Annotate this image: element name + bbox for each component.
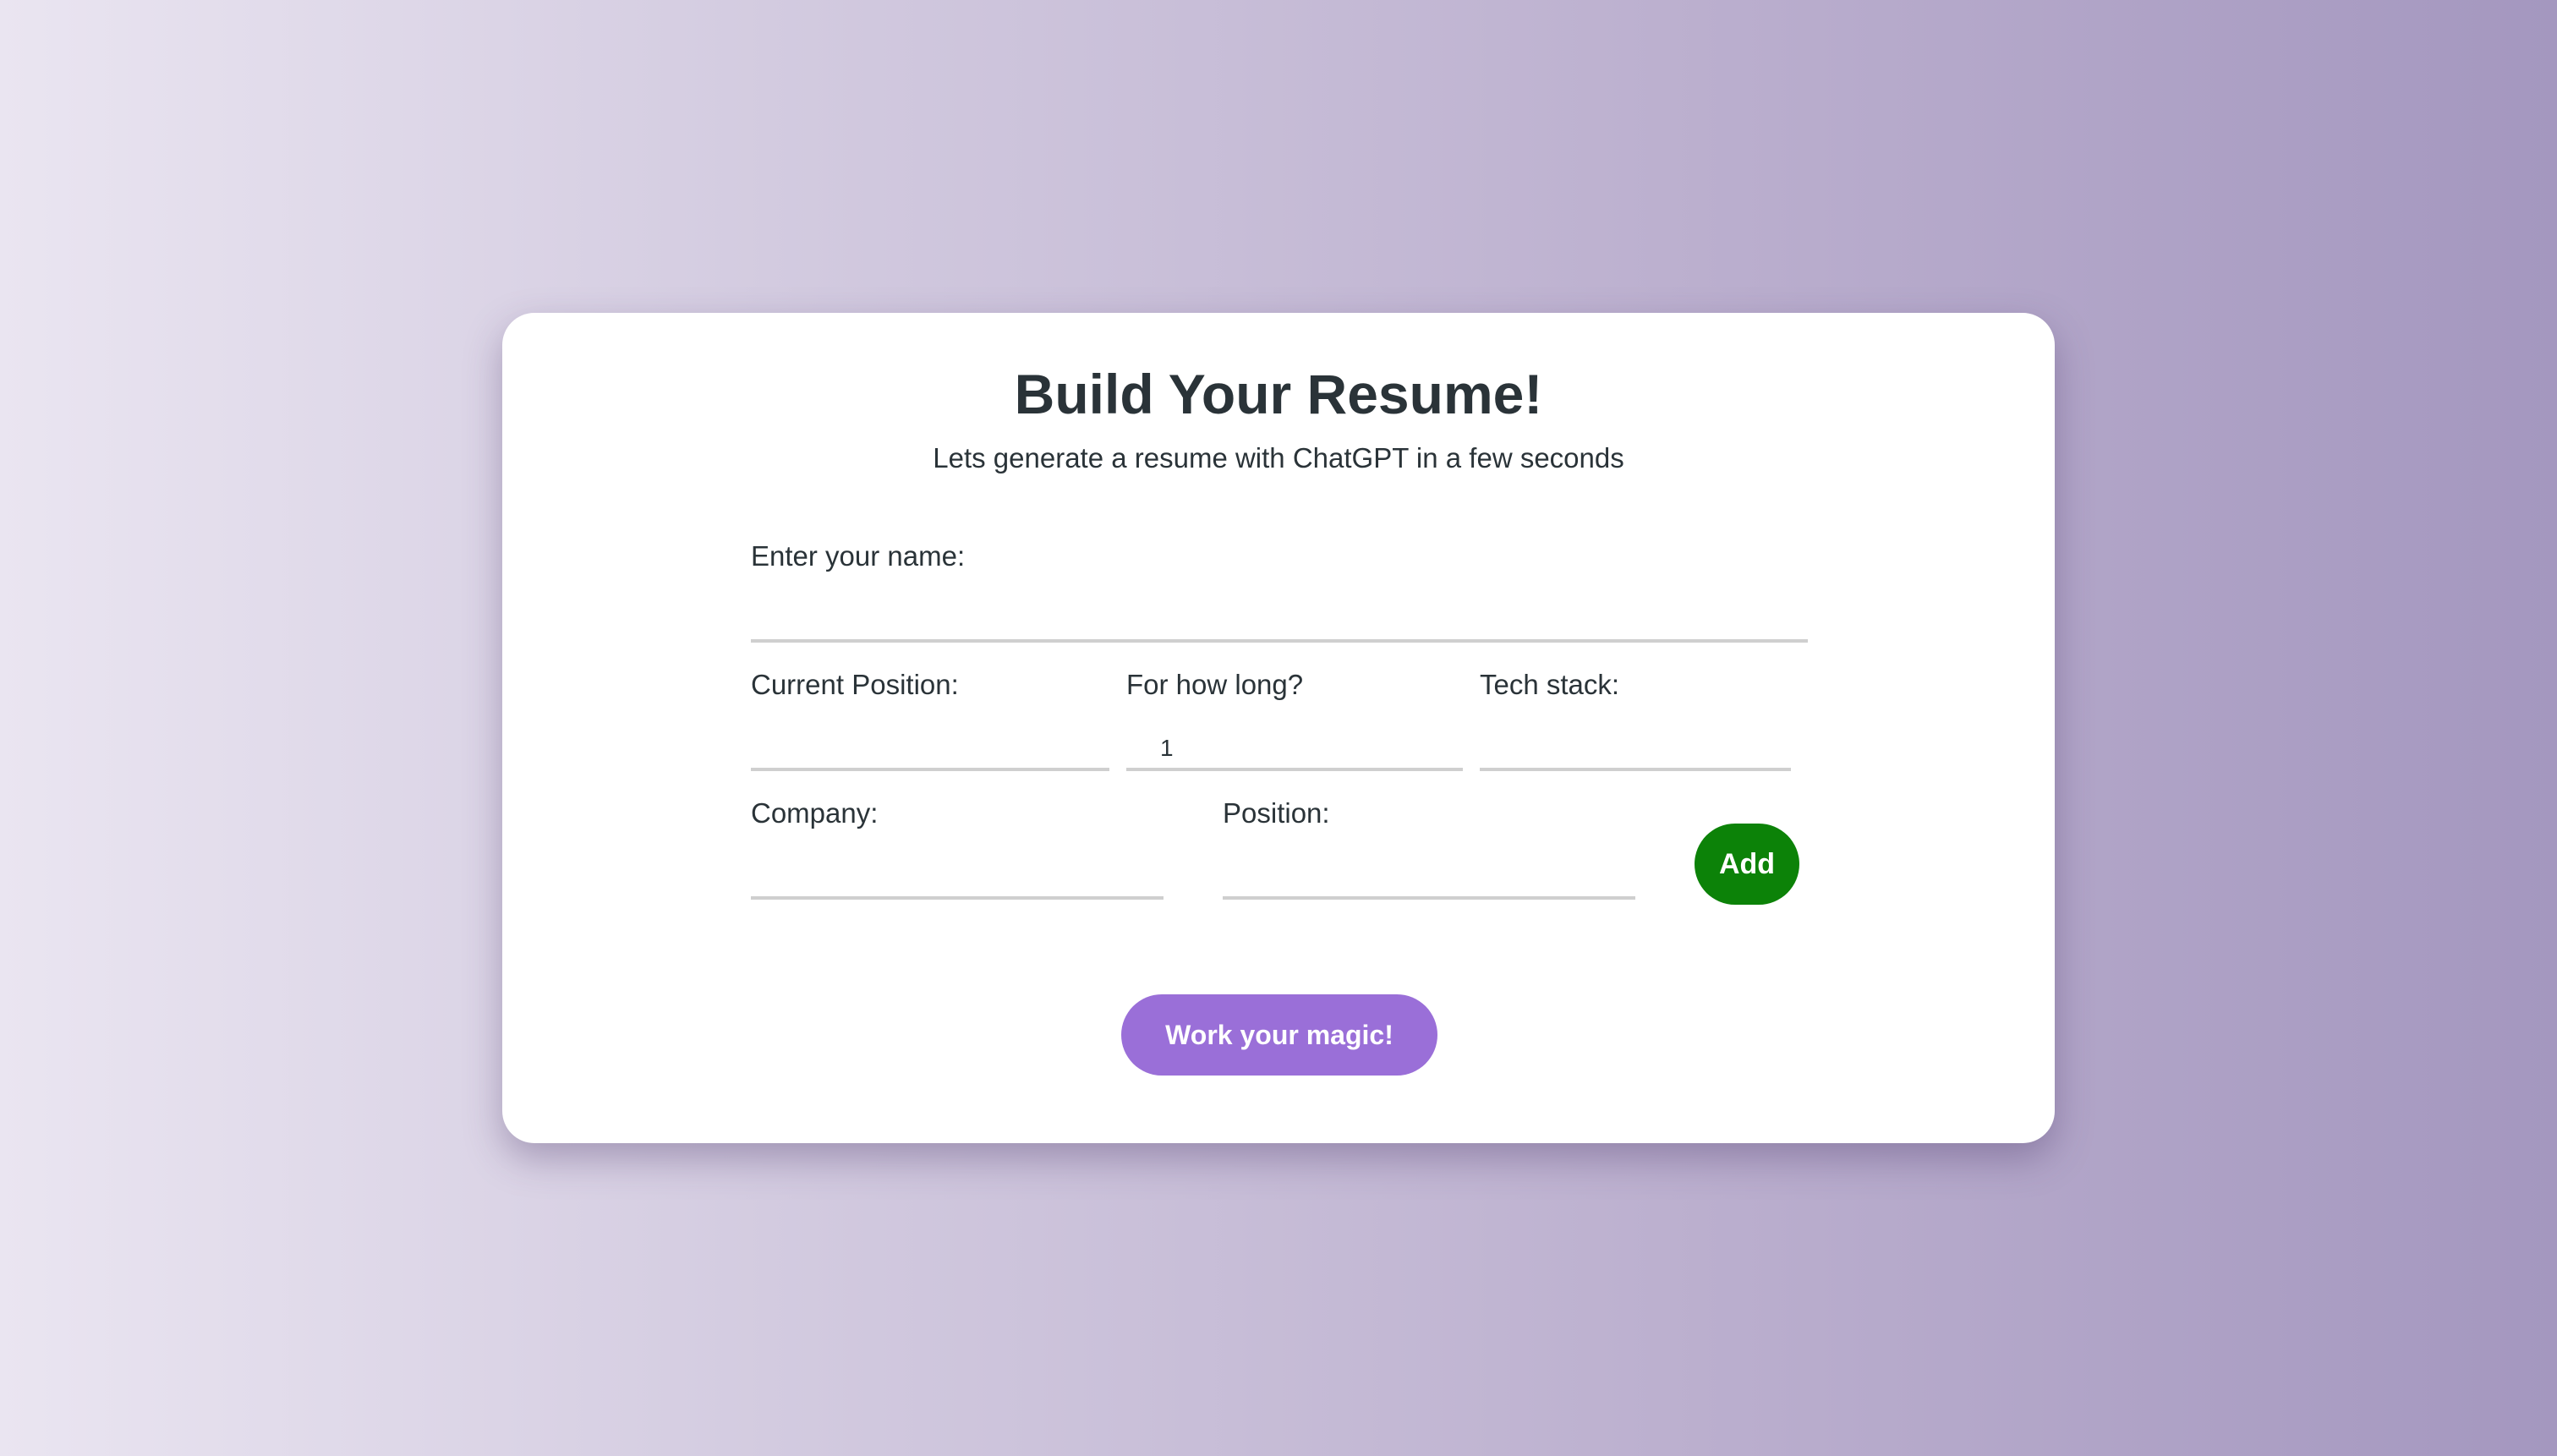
name-input[interactable]: [751, 600, 1808, 643]
resume-form-card: Build Your Resume! Lets generate a resum…: [502, 313, 2055, 1143]
tech-stack-label: Tech stack:: [1480, 669, 1620, 700]
company-input[interactable]: [751, 857, 1164, 900]
company-label: Company:: [751, 797, 879, 829]
duration-input[interactable]: [1126, 729, 1463, 771]
work-your-magic-button[interactable]: Work your magic!: [1121, 994, 1437, 1076]
add-button[interactable]: Add: [1695, 824, 1799, 905]
position-label: Position:: [1223, 797, 1330, 829]
duration-label: For how long?: [1126, 669, 1304, 700]
name-label: Enter your name:: [751, 540, 966, 572]
tech-stack-input[interactable]: [1480, 729, 1791, 771]
current-position-label: Current Position:: [751, 669, 959, 700]
current-position-input[interactable]: [751, 729, 1109, 771]
page-title: Build Your Resume!: [1014, 363, 1543, 425]
position-input[interactable]: [1223, 857, 1635, 900]
page-subtitle: Lets generate a resume with ChatGPT in a…: [933, 442, 1624, 473]
